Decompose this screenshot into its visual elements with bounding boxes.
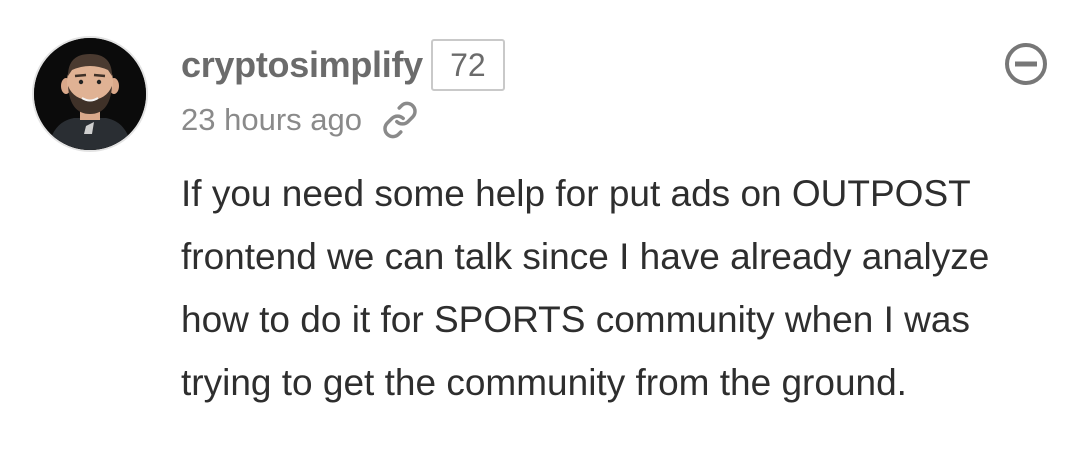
reputation-badge: 72 (430, 39, 505, 91)
comment-body: If you need some help for put ads on OUT… (181, 173, 990, 403)
link-icon[interactable] (380, 100, 420, 140)
user-avatar-icon (34, 38, 146, 150)
minus-circle-icon[interactable] (1004, 42, 1048, 86)
comment-header: cryptosimplify 72 (181, 36, 505, 94)
username-link[interactable]: cryptosimplify (181, 44, 423, 86)
avatar[interactable] (32, 36, 148, 152)
comment-card: cryptosimplify 72 23 hours ago If you ne… (0, 0, 1080, 473)
comment-meta: 23 hours ago (181, 98, 420, 142)
timestamp[interactable]: 23 hours ago (181, 102, 362, 138)
